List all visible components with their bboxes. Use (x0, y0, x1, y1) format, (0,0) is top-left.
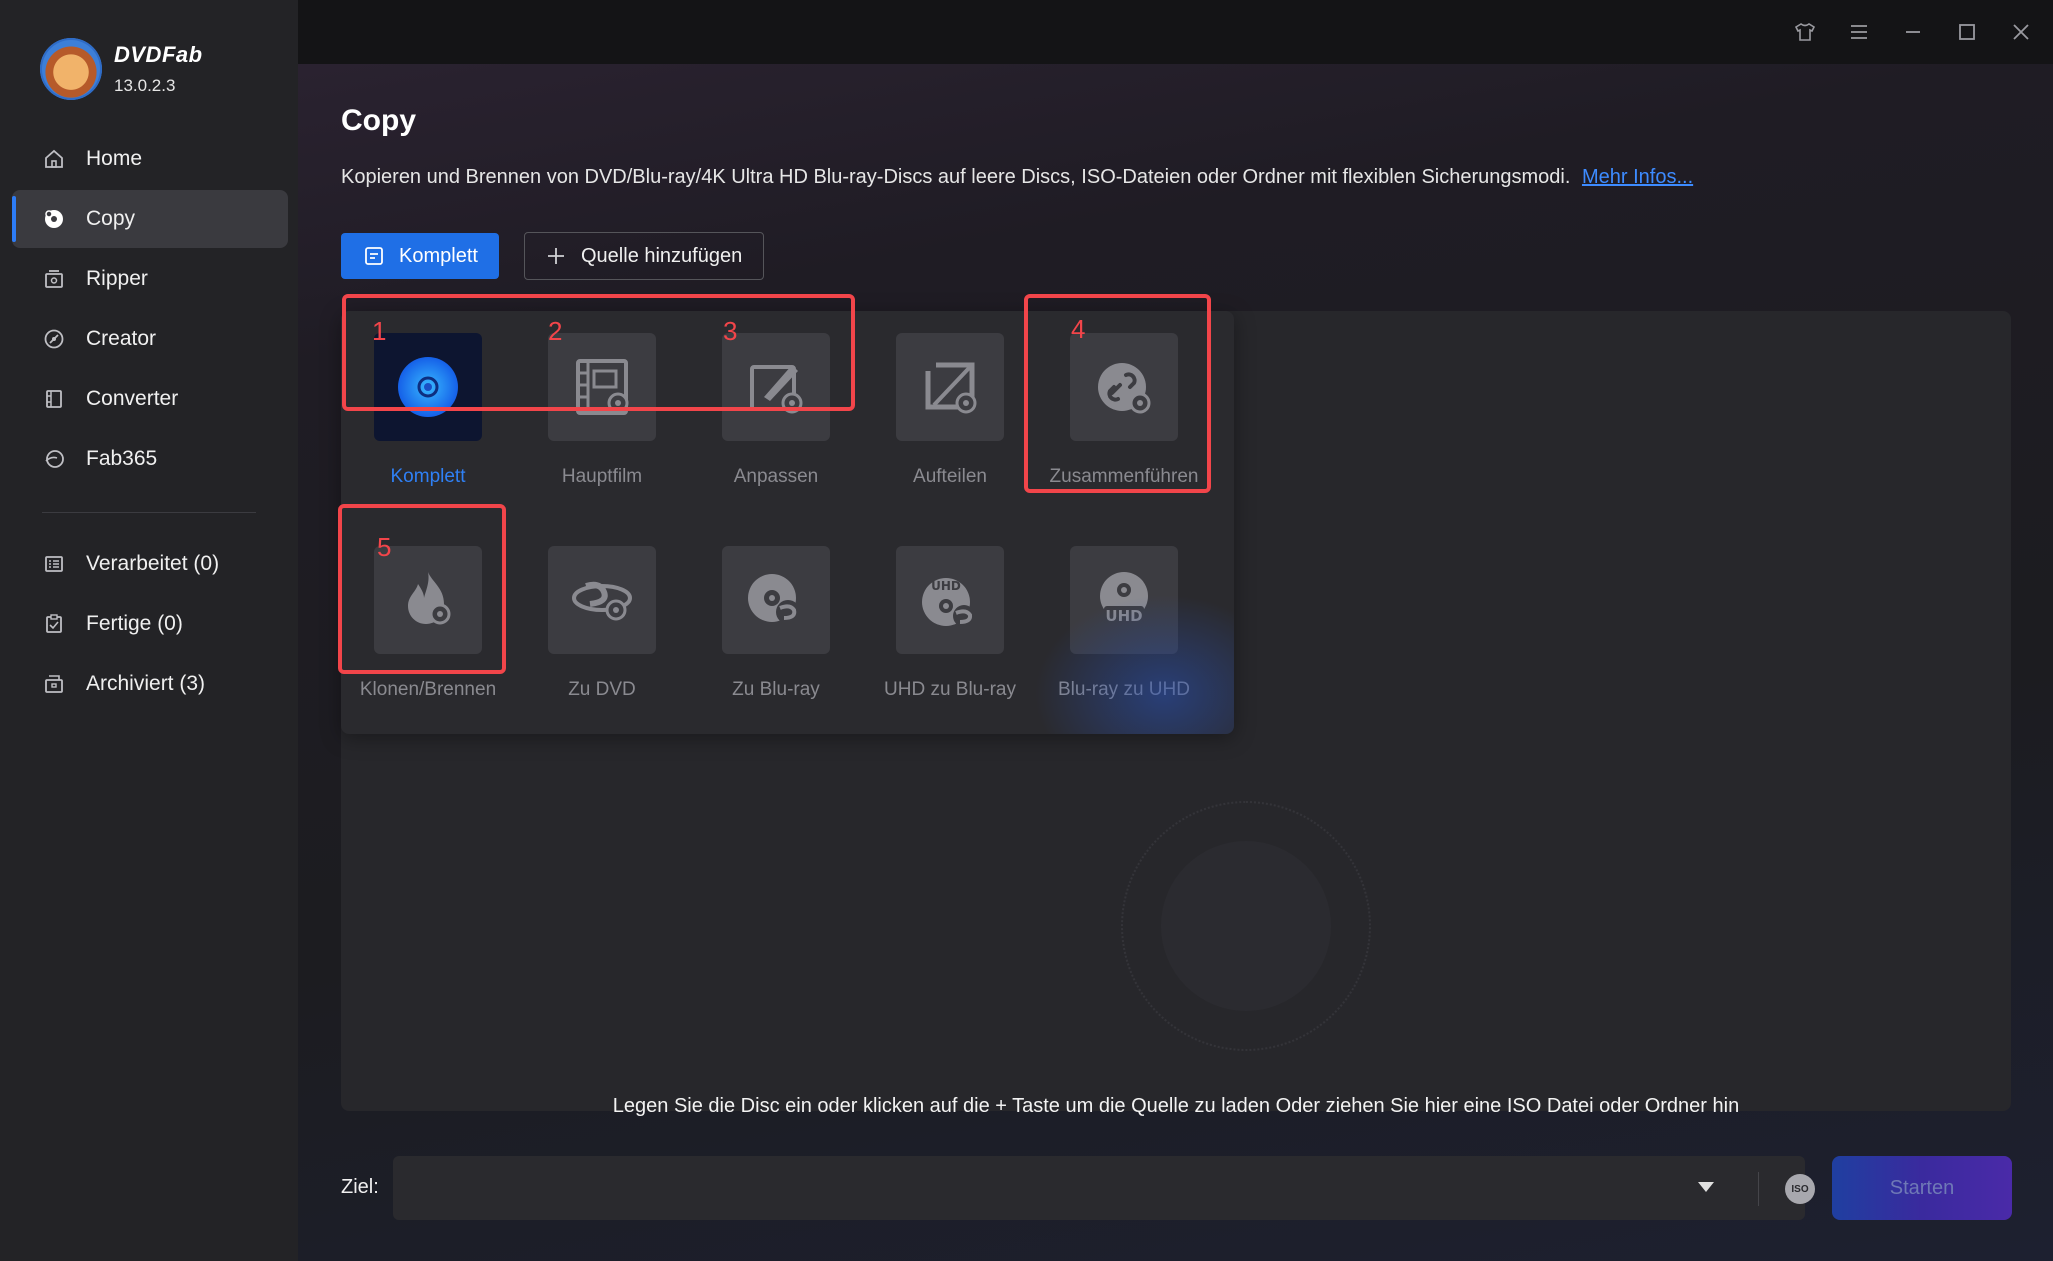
annotation-box-4 (1024, 294, 1211, 493)
queue-nav: Verarbeitet (0) Fertige (0) Archiviert (… (12, 535, 288, 715)
sidebar-item-label: Copy (86, 207, 136, 230)
mode-zu-dvd[interactable]: Zu DVD (515, 546, 689, 706)
archive-icon (42, 672, 66, 696)
sidebar-item-label: Converter (86, 387, 179, 410)
plus-icon (545, 245, 567, 267)
mode-zu-bluray[interactable]: Zu Blu-ray (689, 546, 863, 706)
sidebar-item-label: Fab365 (86, 447, 158, 470)
mode-label: Komplett (390, 466, 466, 487)
main-nav: Home Copy Ripper Creator Converter Fab36… (12, 130, 288, 490)
close-icon (2013, 24, 2029, 40)
copy-mode-button[interactable]: Komplett (341, 233, 499, 279)
sidebar-item-label: Ripper (86, 267, 148, 290)
annotation-number: 3 (723, 316, 738, 346)
close-button[interactable] (2003, 14, 2039, 50)
field-divider (1758, 1172, 1759, 1206)
app-version: 13.0.2.3 (114, 76, 176, 95)
mode-label: Zu Blu-ray (732, 679, 820, 700)
to-bluray-icon (722, 546, 830, 654)
page-description-text: Kopieren und Brennen von DVD/Blu-ray/4K … (341, 166, 1571, 188)
mode-label: UHD zu Blu-ray (884, 679, 1016, 700)
sidebar-item-archived[interactable]: Archiviert (3) (12, 655, 288, 713)
disc-placeholder-icon (1121, 801, 1371, 1051)
sidebar-item-ripper[interactable]: Ripper (12, 250, 288, 308)
uhd-to-bluray-icon: UHD (896, 546, 1004, 654)
copy-disc-icon (42, 207, 66, 231)
iso-label: ISO (1791, 1183, 1809, 1195)
output-path-field[interactable]: ISO (393, 1156, 1870, 1220)
finished-clipboard-icon (42, 612, 66, 636)
sidebar-item-label: Fertige (0) (86, 612, 183, 635)
converter-icon (42, 387, 66, 411)
tshirt-skin-button[interactable] (1787, 14, 1823, 50)
iso-output-button[interactable]: ISO (1785, 1174, 1815, 1204)
mode-bluray-zu-uhd[interactable]: UHD Blu-ray zu UHD (1037, 546, 1211, 706)
minimize-button[interactable] (1895, 14, 1931, 50)
mode-label: Anpassen (733, 466, 819, 487)
split-icon (896, 333, 1004, 441)
brand: DVDFab 13.0.2.3 (40, 38, 203, 100)
sidebar-item-fab365[interactable]: Fab365 (12, 430, 288, 488)
ripper-icon (42, 267, 66, 291)
maximize-button[interactable] (1949, 14, 1985, 50)
add-source-label: Quelle hinzufügen (581, 244, 743, 267)
bluray-to-uhd-icon: UHD (1070, 546, 1178, 654)
mode-label: Zu DVD (568, 679, 636, 700)
start-button[interactable]: Starten (1832, 1156, 2012, 1220)
app-name: DVDFab (114, 42, 203, 67)
mode-label: Aufteilen (913, 466, 987, 487)
sidebar-item-label: Home (86, 147, 143, 170)
annotation-number: 1 (372, 316, 387, 346)
sidebar-divider (42, 512, 256, 513)
window-controls (1787, 14, 2039, 50)
annotation-box-5 (338, 504, 506, 674)
annotation-box-1-3 (342, 294, 855, 411)
fab365-icon (42, 447, 66, 471)
maximize-icon (1959, 24, 1975, 40)
sidebar-item-label: Creator (86, 327, 157, 350)
title-bar (298, 0, 2053, 64)
mode-select-icon (363, 245, 385, 267)
processing-list-icon (42, 552, 66, 576)
sidebar-item-copy[interactable]: Copy (12, 190, 288, 248)
chevron-down-icon[interactable] (1698, 1182, 1714, 1192)
to-dvd-icon (548, 546, 656, 654)
sidebar-item-home[interactable]: Home (12, 130, 288, 188)
mode-label: Blu-ray zu UHD (1058, 679, 1190, 700)
mode-aufteilen[interactable]: Aufteilen (863, 333, 1037, 493)
creator-icon (42, 327, 66, 351)
mode-label: Hauptfilm (561, 466, 643, 487)
sidebar-item-label: Archiviert (3) (86, 672, 206, 695)
sidebar: DVDFab 13.0.2.3 Home Copy Ripper Creator… (0, 0, 298, 1261)
copy-mode-label: Komplett (399, 244, 478, 267)
dvdfab-logo (40, 38, 102, 100)
page-title: Copy (341, 104, 416, 137)
add-source-button[interactable]: Quelle hinzufügen (524, 232, 764, 280)
mode-uhd-zu-bluray[interactable]: UHD UHD zu Blu-ray (863, 546, 1037, 706)
tshirt-icon (1794, 23, 1816, 41)
svg-text:UHD: UHD (931, 579, 961, 593)
annotation-number: 4 (1071, 314, 1086, 344)
svg-text:UHD: UHD (1105, 607, 1142, 625)
sidebar-item-creator[interactable]: Creator (12, 310, 288, 368)
output-label: Ziel: (341, 1176, 379, 1198)
home-icon (42, 147, 66, 171)
minimize-icon (1906, 31, 1920, 33)
mode-label: Klonen/Brennen (359, 679, 497, 700)
main-content: Copy Kopieren und Brennen von DVD/Blu-ra… (298, 64, 2053, 1261)
sidebar-item-finished[interactable]: Fertige (0) (12, 595, 288, 653)
sidebar-item-label: Verarbeitet (0) (86, 552, 220, 575)
menu-button[interactable] (1841, 14, 1877, 50)
sidebar-item-converter[interactable]: Converter (12, 370, 288, 428)
hamburger-menu-icon (1851, 25, 1867, 39)
page-description: Kopieren und Brennen von DVD/Blu-ray/4K … (341, 166, 1693, 189)
annotation-number: 2 (548, 316, 563, 346)
more-info-link[interactable]: Mehr Infos... (1582, 166, 1693, 188)
drop-hint-text: Legen Sie die Disc ein oder klicken auf … (612, 1095, 1740, 1117)
annotation-number: 5 (377, 532, 392, 562)
sidebar-item-processing[interactable]: Verarbeitet (0) (12, 535, 288, 593)
